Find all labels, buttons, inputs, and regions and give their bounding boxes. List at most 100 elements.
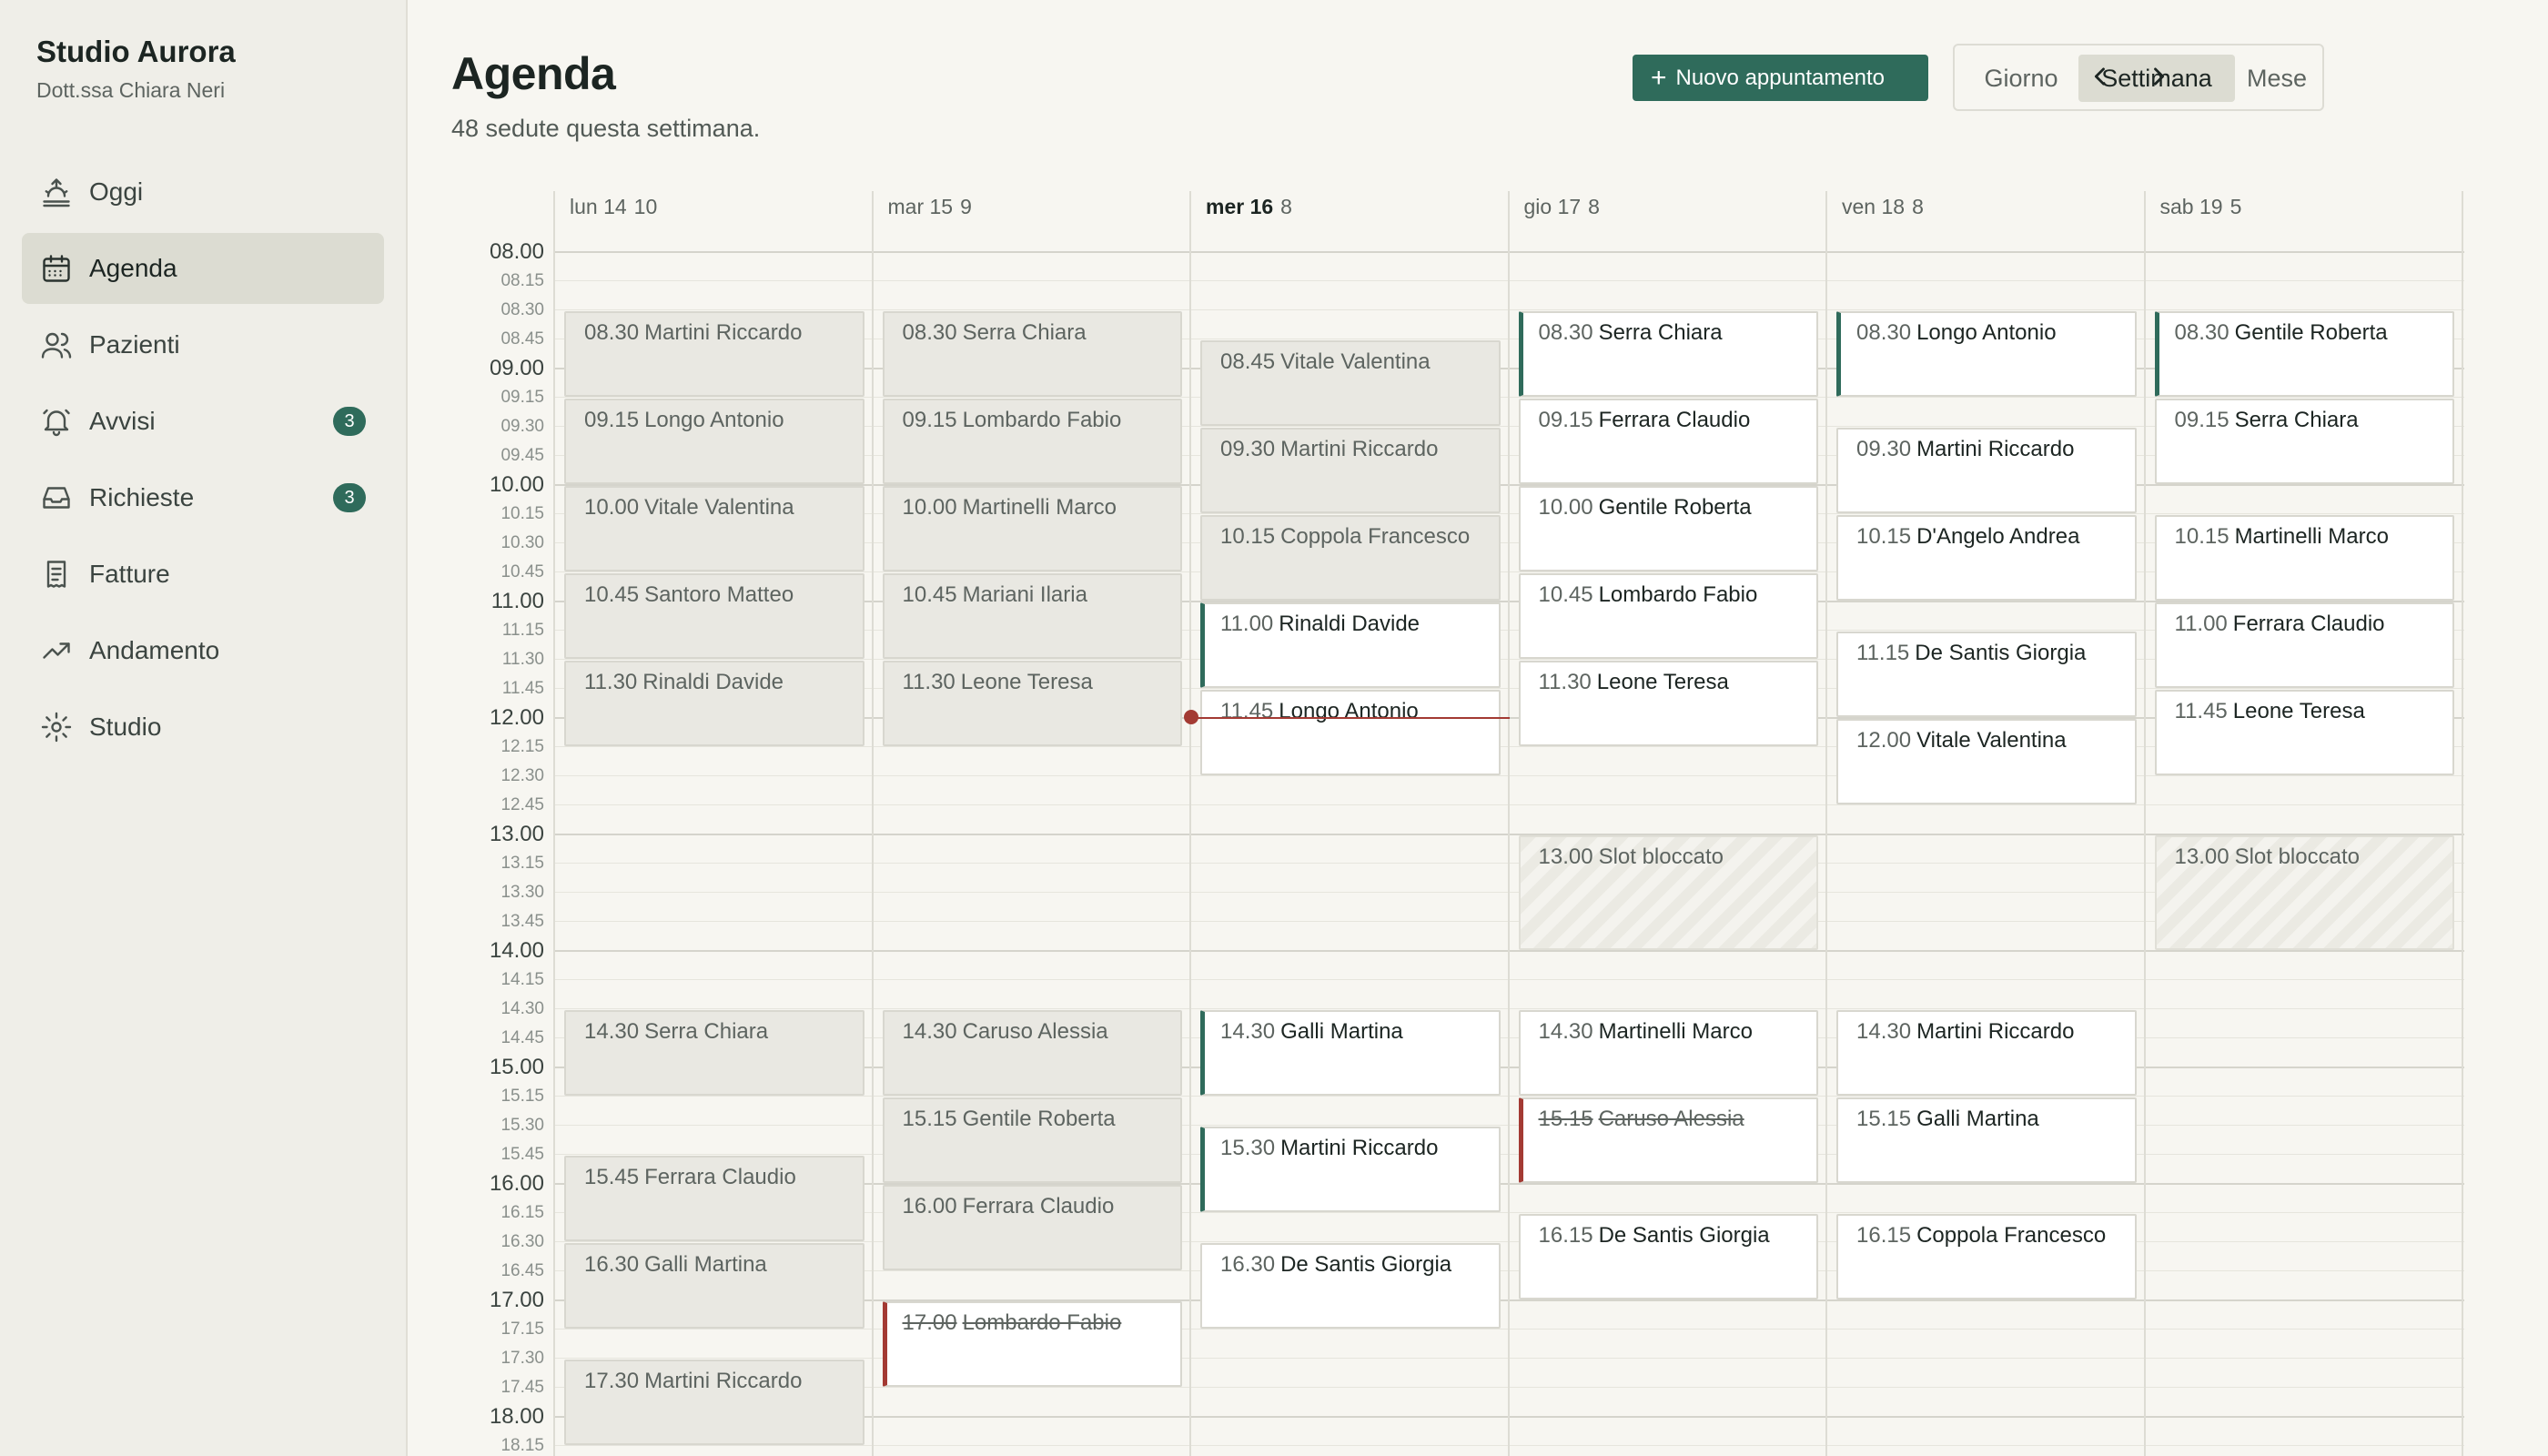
appointment-time: 17.00 — [902, 1310, 957, 1335]
view-option-mese[interactable]: Mese — [2235, 55, 2319, 102]
appointment-card[interactable]: 10.45 Lombardo Fabio — [1518, 573, 1818, 659]
appointment-card[interactable]: 08.30 Serra Chiara — [882, 311, 1182, 397]
page-title: Agenda — [451, 48, 616, 99]
appointment-card[interactable]: 09.30 Martini Riccardo — [1836, 428, 2137, 513]
next-week-button[interactable] — [2140, 58, 2177, 95]
sidebar-item-oggi[interactable]: Oggi — [22, 157, 384, 228]
studio-name: Studio Aurora — [36, 35, 236, 68]
day-header[interactable]: ven 18 8 — [1842, 195, 1924, 219]
appointment-card[interactable]: 11.45 Longo Antonio — [1200, 690, 1501, 775]
patient-name: Gentile Roberta — [2234, 320, 2388, 345]
patient-name: Martini Riccardo — [1280, 437, 1439, 461]
appointment-card[interactable]: 09.15 Lombardo Fabio — [882, 399, 1182, 484]
appointment-card[interactable]: 16.15 Coppola Francesco — [1836, 1214, 2137, 1299]
appointment-card[interactable]: 11.30 Leone Teresa — [882, 661, 1182, 746]
sidebar-item-richieste[interactable]: Richieste 3 — [22, 462, 384, 533]
patient-name: Martini Riccardo — [1916, 437, 2075, 461]
blocked-slot[interactable]: 13.00 Slot bloccato — [1518, 835, 1818, 950]
patient-name: De Santis Giorgia — [1598, 1223, 1770, 1248]
day-session-count: 8 — [1588, 195, 1600, 218]
day-session-count: 10 — [633, 195, 658, 218]
appointment-card[interactable]: 10.45 Mariani Ilaria — [882, 573, 1182, 659]
patient-name: Leone Teresa — [1596, 670, 1729, 694]
appointment-card[interactable]: 14.30 Martini Riccardo — [1836, 1010, 2137, 1096]
appointment-card[interactable]: 14.30 Martinelli Marco — [1518, 1010, 1818, 1096]
appointment-card[interactable]: 10.00 Gentile Roberta — [1518, 486, 1818, 571]
sidebar-item-pazienti[interactable]: Pazienti — [22, 309, 384, 380]
appointment-card[interactable]: 11.30 Rinaldi Davide — [564, 661, 864, 746]
appointment-card[interactable]: 10.15 Coppola Francesco — [1200, 515, 1501, 601]
sidebar-item-label: Avvisi — [89, 407, 156, 435]
appointment-card[interactable]: 08.30 Serra Chiara — [1518, 311, 1818, 397]
appointment-card[interactable]: 14.30 Caruso Alessia — [882, 1010, 1182, 1096]
appointment-card[interactable]: 08.30 Gentile Roberta — [2154, 311, 2454, 397]
appointment-time: 08.30 — [1856, 320, 1912, 345]
day-header[interactable]: sab 19 5 — [2160, 195, 2242, 219]
appointment-card[interactable]: 11.45 Leone Teresa — [2154, 690, 2454, 775]
appointment-card[interactable]: 09.15 Longo Antonio — [564, 399, 864, 484]
appointment-card[interactable]: 08.30 Martini Riccardo — [564, 311, 864, 397]
time-label: 14.15 — [500, 970, 544, 989]
day-session-count: 8 — [1912, 195, 1924, 218]
day-header[interactable]: lun 14 10 — [570, 195, 657, 219]
appointment-card[interactable]: 10.00 Vitale Valentina — [564, 486, 864, 571]
appointment-card[interactable]: 15.15 Caruso Alessia — [1518, 1097, 1818, 1183]
sidebar-item-agenda[interactable]: Agenda — [22, 233, 384, 304]
appointment-card[interactable]: 17.00 Lombardo Fabio — [882, 1301, 1182, 1387]
blocked-slot[interactable]: 13.00 Slot bloccato — [2154, 835, 2454, 950]
appointment-card[interactable]: 09.15 Ferrara Claudio — [1518, 399, 1818, 484]
patient-name: Slot bloccato — [1598, 844, 1724, 869]
sidebar-item-fatture[interactable]: Fatture — [22, 539, 384, 610]
appointment-card[interactable]: 14.30 Serra Chiara — [564, 1010, 864, 1096]
sidebar-item-studio[interactable]: Studio — [22, 692, 384, 763]
appointment-card[interactable]: 15.15 Galli Martina — [1836, 1097, 2137, 1183]
day-header[interactable]: mar 15 9 — [888, 195, 972, 219]
time-label: 12.15 — [500, 737, 544, 756]
appointment-card[interactable]: 17.30 Martini Riccardo — [564, 1360, 864, 1445]
appointment-card[interactable]: 09.15 Serra Chiara — [2154, 399, 2454, 484]
sidebar-item-label: Agenda — [89, 254, 177, 282]
appointment-card[interactable]: 16.00 Ferrara Claudio — [882, 1185, 1182, 1270]
appointment-card[interactable]: 08.30 Longo Antonio — [1836, 311, 2137, 397]
new-appointment-button[interactable]: + Nuovo appuntamento — [1633, 55, 1928, 101]
appointment-card[interactable]: 16.30 De Santis Giorgia — [1200, 1243, 1501, 1329]
appointment-card[interactable]: 10.15 D'Angelo Andrea — [1836, 515, 2137, 601]
appointment-card[interactable]: 15.45 Ferrara Claudio — [564, 1156, 864, 1241]
bell-icon — [43, 409, 70, 437]
time-label: 11.30 — [501, 650, 544, 669]
sidebar-item-andamento[interactable]: Andamento — [22, 615, 384, 686]
appointment-time: 10.45 — [1538, 582, 1593, 607]
day-header[interactable]: mer 16 8 — [1206, 195, 1292, 219]
time-label: 16.30 — [500, 1232, 544, 1251]
patient-name: Longo Antonio — [644, 408, 784, 432]
view-option-giorno[interactable]: Giorno — [1964, 55, 2078, 102]
appointment-card[interactable]: 08.45 Vitale Valentina — [1200, 340, 1501, 426]
sidebar-item-avvisi[interactable]: Avvisi 3 — [22, 386, 384, 457]
appointment-time: 08.30 — [584, 320, 640, 345]
appointment-card[interactable]: 15.15 Gentile Roberta — [882, 1097, 1182, 1183]
day-column-divider — [1507, 191, 1510, 1456]
appointment-card[interactable]: 11.15 De Santis Giorgia — [1836, 632, 2137, 717]
sidebar-item-label: Andamento — [89, 636, 220, 664]
appointment-card[interactable]: 12.00 Vitale Valentina — [1836, 719, 2137, 804]
appointment-card[interactable]: 11.00 Ferrara Claudio — [2154, 602, 2454, 688]
day-column-divider — [1825, 191, 1827, 1456]
patient-name: Serra Chiara — [1598, 320, 1723, 345]
day-header[interactable]: gio 17 8 — [1524, 195, 1600, 219]
appointment-card[interactable]: 16.30 Galli Martina — [564, 1243, 864, 1329]
appointment-card[interactable]: 15.30 Martini Riccardo — [1200, 1127, 1501, 1212]
appointment-card[interactable]: 10.00 Martinelli Marco — [882, 486, 1182, 571]
appointment-card[interactable]: 16.15 De Santis Giorgia — [1518, 1214, 1818, 1299]
appointment-card[interactable]: 11.00 Rinaldi Davide — [1200, 602, 1501, 688]
patient-name: Ferrara Claudio — [1598, 408, 1751, 432]
appointment-card[interactable]: 10.45 Santoro Matteo — [564, 573, 864, 659]
appointment-card[interactable]: 11.30 Leone Teresa — [1518, 661, 1818, 746]
patient-name: Santoro Matteo — [644, 582, 794, 607]
appointment-time: 09.15 — [584, 408, 640, 432]
appointment-card[interactable]: 10.15 Martinelli Marco — [2154, 515, 2454, 601]
appointment-card[interactable]: 09.30 Martini Riccardo — [1200, 428, 1501, 513]
appointment-time: 09.15 — [2174, 408, 2230, 432]
previous-week-button[interactable] — [2082, 58, 2118, 95]
time-label: 18.00 — [489, 1404, 544, 1429]
appointment-card[interactable]: 14.30 Galli Martina — [1200, 1010, 1501, 1096]
